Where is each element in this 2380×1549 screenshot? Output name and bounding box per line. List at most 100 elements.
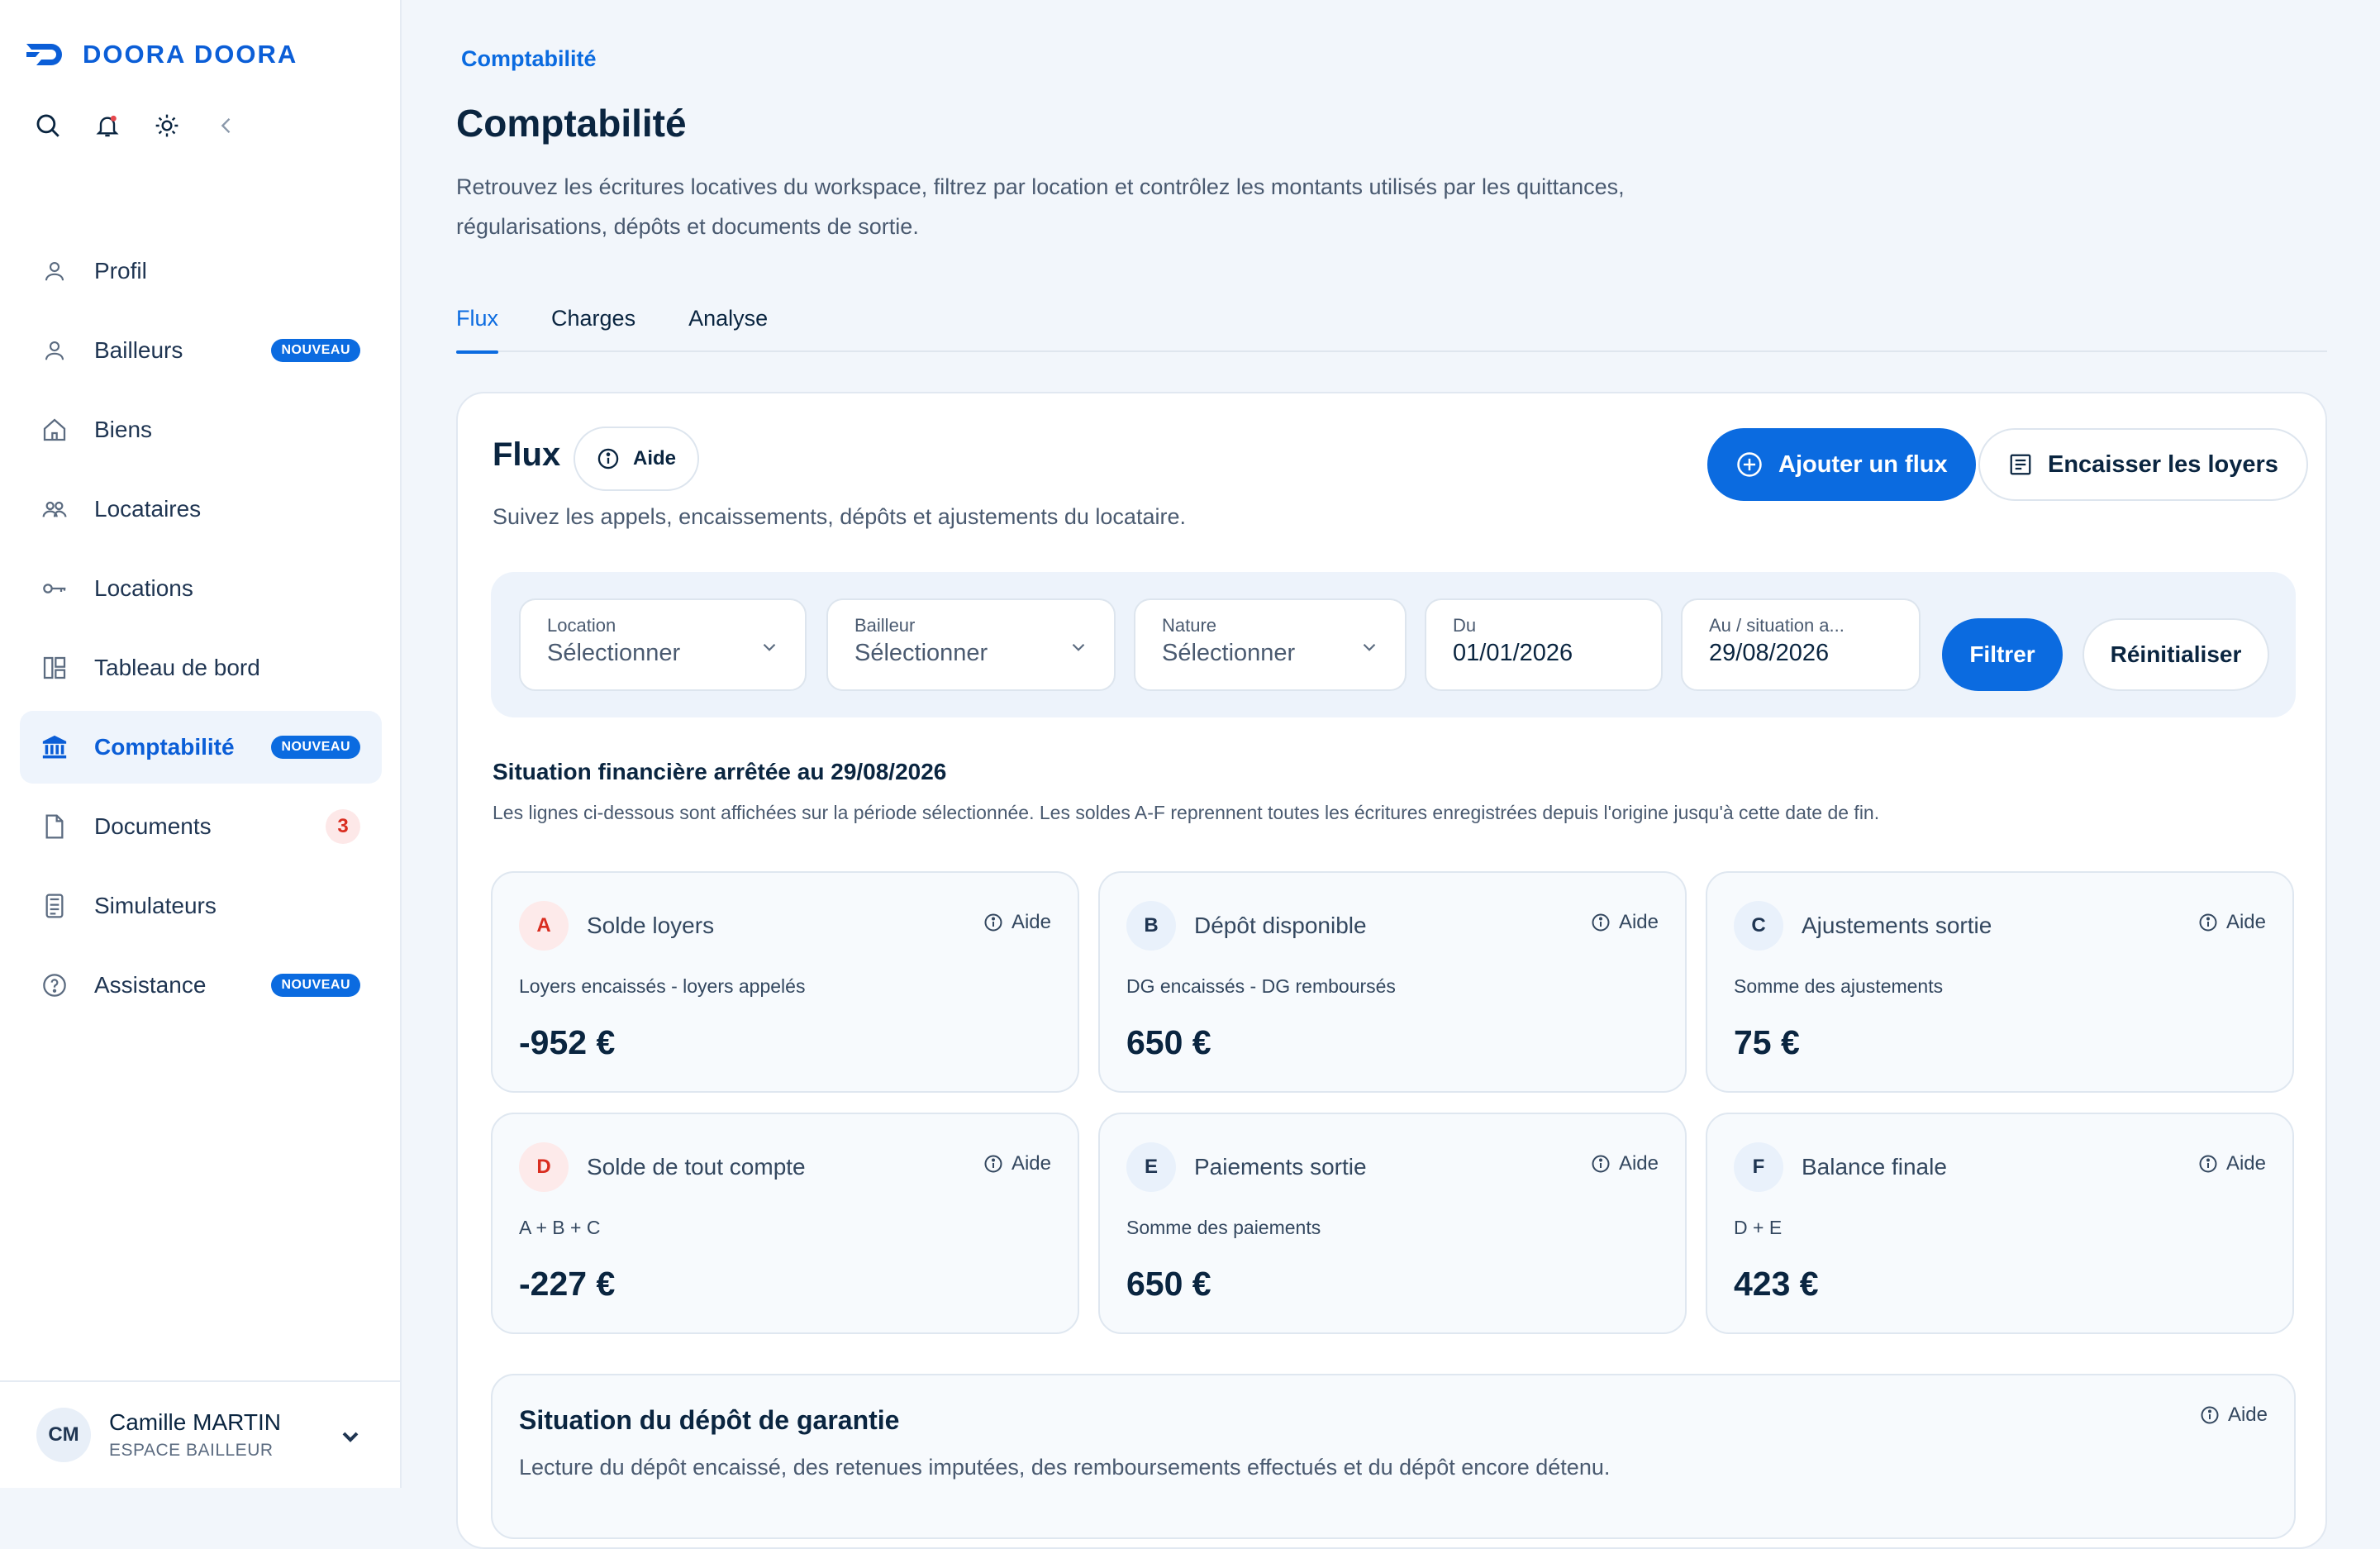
location-select[interactable]: Location Sélectionner (519, 598, 807, 691)
kpi-aide-button[interactable]: Aide (1591, 911, 1659, 934)
kpi-value: 650 € (1126, 1023, 1211, 1061)
chevron-down-icon[interactable] (337, 1423, 364, 1454)
kpi-card-a: A Solde loyers Aide Loyers encaissés - l… (491, 871, 1079, 1093)
new-badge: NOUVEAU (271, 736, 360, 759)
kpi-card-b: B Dépôt disponible Aide DG encaissés - D… (1098, 871, 1687, 1093)
key-icon (40, 574, 69, 603)
kpi-letter: F (1734, 1142, 1783, 1192)
filter-bar: Location Sélectionner Bailleur Sélection… (491, 572, 2296, 717)
tab-flux[interactable]: Flux (456, 301, 499, 354)
breadcrumb[interactable]: Comptabilité (461, 46, 597, 72)
kpi-value: 423 € (1734, 1265, 1819, 1303)
tab-analyse[interactable]: Analyse (688, 301, 768, 352)
kpi-formula: Somme des paiements (1126, 1217, 1321, 1238)
deposit-aide-button[interactable]: Aide (2200, 1404, 2268, 1427)
kpi-aide-button[interactable]: Aide (2198, 1152, 2266, 1175)
logo-text: DOORA DOORA (83, 40, 298, 69)
sidebar-item-documents[interactable]: Documents 3 (20, 790, 382, 863)
kpi-card-d: D Solde de tout compte Aide A + B + C -2… (491, 1113, 1079, 1334)
user-info: Camille MARTIN ESPACE BAILLEUR (109, 1409, 281, 1461)
deposit-subtitle: Lecture du dépôt encaissé, des retenues … (519, 1455, 1611, 1480)
document-icon (40, 812, 69, 841)
user-icon (40, 336, 69, 365)
sidebar-item-tableau-de-bord[interactable]: Tableau de bord (20, 632, 382, 704)
sidebar-item-bailleurs[interactable]: Bailleurs NOUVEAU (20, 314, 382, 387)
location-select-value: Sélectionner (547, 640, 681, 666)
info-icon (2199, 1155, 2217, 1173)
kpi-formula: D + E (1734, 1217, 1783, 1238)
tab-bar: Flux Charges Analyse (456, 301, 2327, 354)
kpi-title: Solde loyers (587, 913, 715, 938)
sidebar-item-label: Profil (94, 258, 147, 284)
date-from-field[interactable]: Du 01/01/2026 (1425, 598, 1663, 691)
info-icon (2201, 1406, 2219, 1424)
collect-rents-button[interactable]: Encaisser les loyers (1978, 428, 2308, 501)
flux-subtitle: Suivez les appels, encaissements, dépôts… (493, 504, 1186, 529)
kpi-aide-label: Aide (1618, 911, 1659, 933)
kpi-title: Paiements sortie (1194, 1154, 1367, 1180)
sidebar-item-label: Comptabilité (94, 734, 235, 760)
bailleur-select-label: Bailleur (854, 615, 916, 636)
info-icon (2199, 913, 2217, 932)
kpi-letter: A (519, 901, 569, 951)
kpi-title: Solde de tout compte (587, 1154, 806, 1180)
filter-button[interactable]: Filtrer (1942, 618, 2063, 691)
bailleur-select[interactable]: Bailleur Sélectionner (826, 598, 1116, 691)
chevron-down-icon (759, 636, 780, 662)
deposit-title: Situation du dépôt de garantie (519, 1405, 900, 1435)
kpi-aide-button[interactable]: Aide (983, 911, 1051, 934)
sidebar: DOORA DOORA Profil Bailleurs NOUVEAU Bie… (0, 0, 402, 1488)
user-icon (40, 256, 69, 286)
aide-button[interactable]: Aide (574, 427, 700, 491)
kpi-card-f: F Balance finale Aide D + E 423 € (1706, 1113, 2294, 1334)
kpi-aide-button[interactable]: Aide (2198, 911, 2266, 934)
home-icon (40, 415, 69, 445)
sidebar-item-comptabilite[interactable]: Comptabilité NOUVEAU (20, 711, 382, 784)
situation-subtitle: Les lignes ci-dessous sont affichées sur… (493, 802, 1880, 823)
sidebar-nav: Profil Bailleurs NOUVEAU Biens Locataire… (20, 235, 382, 1028)
sidebar-item-label: Assistance (94, 972, 207, 998)
new-badge: NOUVEAU (271, 974, 360, 997)
bell-icon[interactable] (93, 111, 122, 141)
date-to-field[interactable]: Au / situation a... 29/08/2026 (1681, 598, 1921, 691)
location-select-label: Location (547, 615, 616, 636)
user-menu[interactable]: CM Camille MARTIN ESPACE BAILLEUR (0, 1380, 402, 1488)
search-icon[interactable] (33, 111, 63, 141)
kpi-card-e: E Paiements sortie Aide Somme des paieme… (1098, 1113, 1687, 1334)
kpi-aide-label: Aide (1618, 1152, 1659, 1175)
collect-rents-label: Encaisser les loyers (2048, 450, 2278, 478)
reset-button[interactable]: Réinitialiser (2082, 618, 2269, 691)
sidebar-item-biens[interactable]: Biens (20, 393, 382, 466)
add-flux-button[interactable]: Ajouter un flux (1707, 428, 1976, 501)
new-badge: NOUVEAU (271, 339, 360, 362)
add-flux-label: Ajouter un flux (1778, 450, 1948, 478)
kpi-card-c: C Ajustements sortie Aide Somme des ajus… (1706, 871, 2294, 1093)
sidebar-item-simulateurs[interactable]: Simulateurs (20, 870, 382, 942)
logo-icon (26, 44, 62, 65)
kpi-letter: B (1126, 901, 1176, 951)
collapse-chevron-icon[interactable] (212, 111, 241, 141)
nature-select[interactable]: Nature Sélectionner (1134, 598, 1407, 691)
user-name: Camille MARTIN (109, 1409, 281, 1435)
users-icon (40, 494, 69, 524)
date-to-label: Au / situation a... (1709, 615, 1844, 636)
sidebar-item-profil[interactable]: Profil (20, 235, 382, 307)
sidebar-item-locataires[interactable]: Locataires (20, 473, 382, 546)
sidebar-item-label: Locataires (94, 496, 202, 522)
kpi-value: 75 € (1734, 1023, 1800, 1061)
kpi-aide-button[interactable]: Aide (1591, 1152, 1659, 1175)
sidebar-item-locations[interactable]: Locations (20, 552, 382, 625)
tab-charges[interactable]: Charges (551, 301, 635, 352)
logo[interactable]: DOORA DOORA (25, 40, 298, 69)
plus-circle-icon (1737, 452, 1762, 477)
top-toolbar (33, 111, 241, 141)
kpi-aide-button[interactable]: Aide (983, 1152, 1051, 1175)
kpi-aide-label: Aide (2225, 911, 2266, 933)
bailleur-select-value: Sélectionner (854, 640, 988, 666)
calculator-icon (40, 891, 69, 921)
sidebar-item-label: Documents (94, 813, 212, 839)
kpi-formula: Loyers encaissés - loyers appelés (519, 975, 806, 997)
kpi-formula: A + B + C (519, 1217, 601, 1238)
sun-icon[interactable] (152, 111, 182, 141)
sidebar-item-assistance[interactable]: Assistance NOUVEAU (20, 949, 382, 1022)
